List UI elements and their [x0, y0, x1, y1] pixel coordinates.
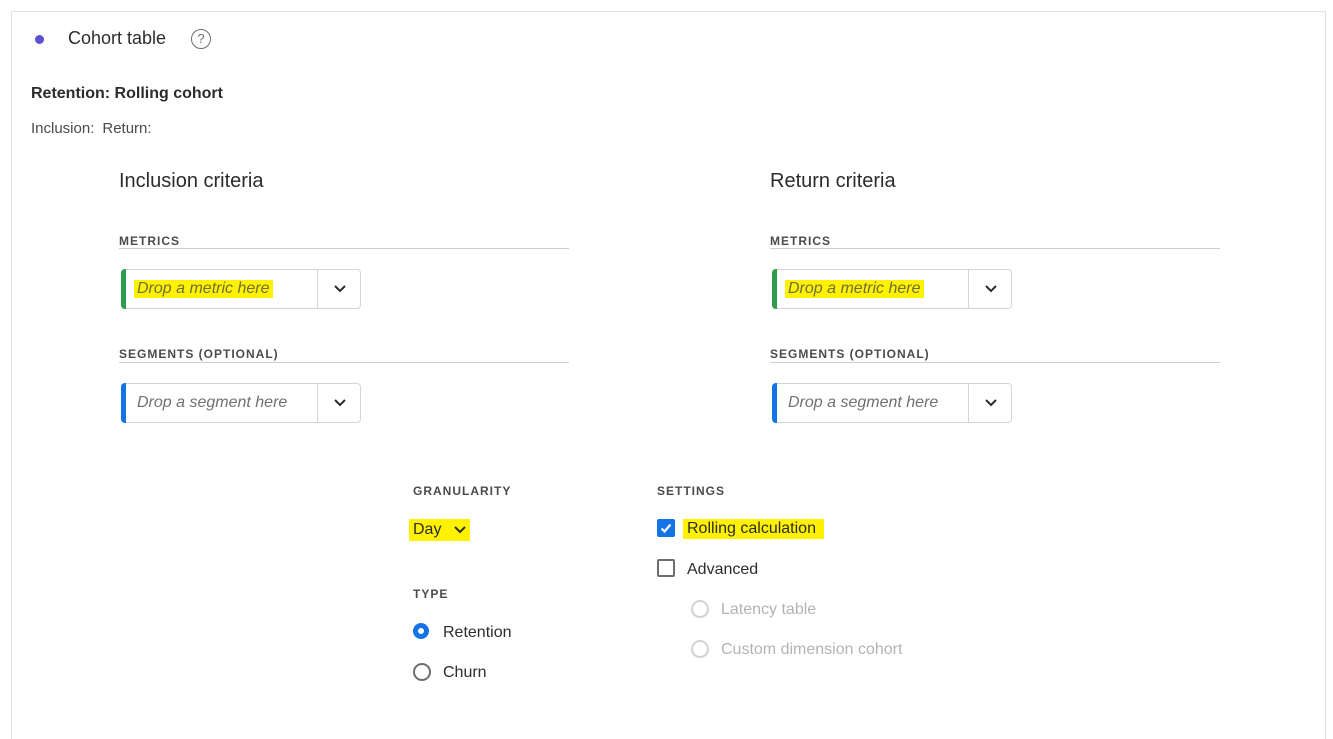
help-icon[interactable]: ? [191, 29, 211, 49]
inclusion-segment-placeholder: Drop a segment here [137, 394, 288, 411]
return-metric-placeholder: Drop a metric here [785, 280, 924, 298]
return-segment-dropzone[interactable]: Drop a segment here [772, 383, 1012, 423]
segment-indicator-bar [772, 383, 777, 423]
divider [968, 384, 969, 422]
type-retention-label: Retention [443, 624, 512, 641]
metric-indicator-bar [121, 269, 126, 309]
divider [968, 270, 969, 308]
custom-dimension-cohort-radio [691, 640, 709, 658]
latency-table-label: Latency table [721, 601, 817, 618]
panel-title: Cohort table [68, 28, 167, 48]
summary-line: Inclusion: Return: [31, 120, 160, 137]
return-metric-dropzone[interactable]: Drop a metric here [772, 269, 1012, 309]
rolling-calculation-label: Rolling calculation [683, 519, 824, 539]
divider [770, 362, 1220, 363]
cohort-table-panel [11, 11, 1326, 739]
granularity-label: GRANULARITY [413, 484, 512, 498]
inclusion-criteria-heading: Inclusion criteria [119, 170, 264, 192]
rolling-calculation-checkbox[interactable] [657, 519, 675, 537]
panel-subtitle: Retention: Rolling cohort [31, 85, 223, 102]
return-metrics-label: METRICS [770, 234, 831, 248]
segment-indicator-bar [121, 383, 126, 423]
chevron-down-icon[interactable] [978, 393, 1004, 415]
advanced-label: Advanced [687, 561, 759, 578]
custom-dimension-cohort-label: Custom dimension cohort [721, 641, 903, 658]
return-summary-label: Return: [102, 120, 152, 137]
divider [770, 248, 1220, 249]
type-churn-radio[interactable] [413, 663, 431, 681]
inclusion-summary-label: Inclusion: [31, 120, 95, 137]
inclusion-metric-placeholder: Drop a metric here [134, 280, 273, 298]
type-retention-radio[interactable] [413, 623, 429, 639]
type-churn-label: Churn [443, 664, 487, 681]
chevron-down-icon[interactable] [327, 393, 353, 415]
inclusion-segment-dropzone[interactable]: Drop a segment here [121, 383, 361, 423]
inclusion-metrics-label: METRICS [119, 234, 180, 248]
checkmark-icon [660, 523, 672, 534]
granularity-picker[interactable]: Day [409, 519, 470, 541]
chevron-down-icon [454, 526, 466, 534]
settings-label: SETTINGS [657, 484, 726, 498]
divider [317, 384, 318, 422]
return-criteria-heading: Return criteria [770, 170, 896, 192]
inclusion-metric-dropzone[interactable]: Drop a metric here [121, 269, 361, 309]
type-label: TYPE [413, 587, 449, 601]
divider [119, 248, 569, 249]
chevron-down-icon[interactable] [327, 279, 353, 301]
metric-indicator-bar [772, 269, 777, 309]
return-segments-label: SEGMENTS (OPTIONAL) [770, 347, 930, 361]
return-segment-placeholder: Drop a segment here [788, 394, 939, 411]
advanced-checkbox[interactable] [657, 559, 675, 577]
granularity-value: Day [413, 521, 442, 538]
chevron-down-icon[interactable] [978, 279, 1004, 301]
status-dot [35, 35, 44, 44]
latency-table-radio [691, 600, 709, 618]
divider [317, 270, 318, 308]
divider [119, 362, 569, 363]
inclusion-segments-label: SEGMENTS (OPTIONAL) [119, 347, 279, 361]
